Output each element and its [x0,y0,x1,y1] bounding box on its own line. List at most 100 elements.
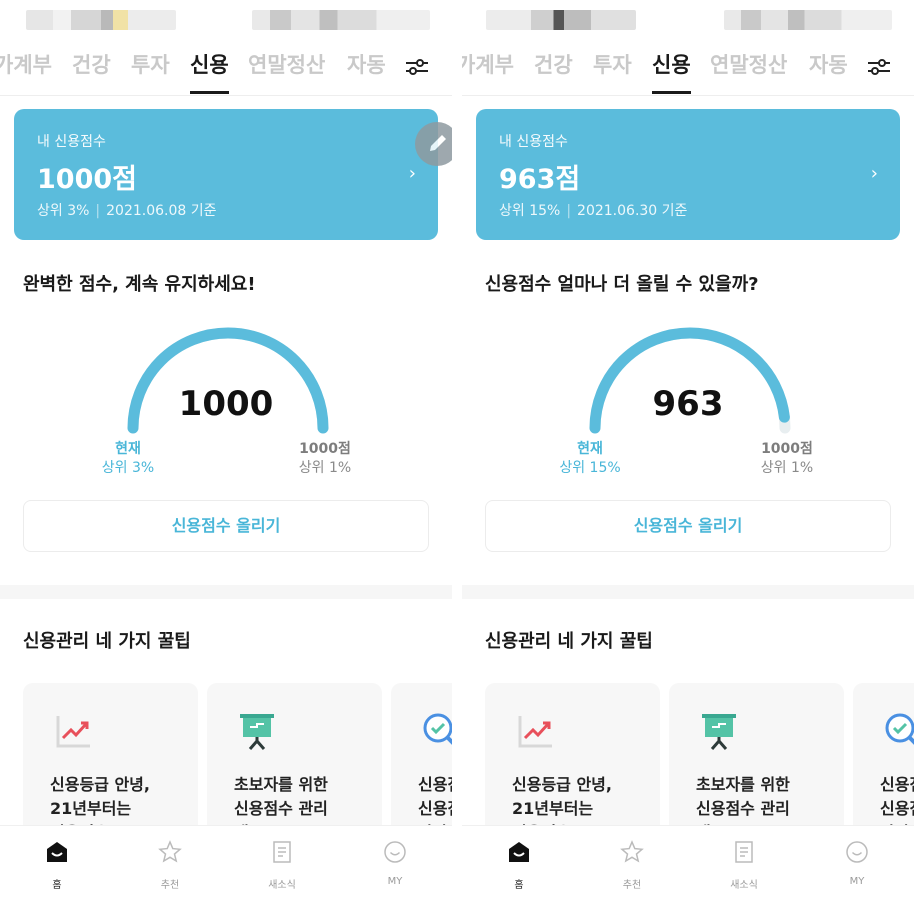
home-icon [47,842,67,862]
nav-news[interactable]: 새소식 [714,840,774,891]
tab-divider [462,95,914,96]
gauge-max: 1000점 상위 1% [285,440,365,478]
chart-up-icon [56,716,90,748]
bottom-nav: 홈 추천 새소식 MY [0,825,452,897]
gauge-max: 1000점 상위 1% [747,440,827,478]
card-meta: 상위 15% | 2021.06.30 기준 [499,203,688,219]
screen-right: 가계부 건강 투자 신용 연말정산 자동 내 신용점수 963점 상위 15% |… [462,0,914,897]
pencil-icon [430,135,446,151]
card-percentile: 상위 3% [37,203,90,219]
gauge-current-percentile: 상위 15% [559,460,621,476]
gauge-max-percentile: 상위 1% [760,460,814,476]
nav-recommend[interactable]: 추천 [140,840,200,891]
card-score: 1000점 [37,164,137,195]
section-separator [0,585,452,599]
nav-home[interactable]: 홈 [489,840,549,891]
presentation-icon [240,714,274,750]
status-bar [0,10,452,32]
tab-year-end-tax[interactable]: 연말정산 [248,48,325,94]
card-label: 내 신용점수 [37,134,106,150]
boost-score-button[interactable]: 신용점수 올리기 [23,500,429,552]
gauge-max-title: 1000점 [299,441,351,457]
gauge-value: 963 [652,384,724,424]
filter-settings-icon[interactable] [404,56,430,78]
tab-year-end-tax[interactable]: 연말정산 [710,48,787,94]
nav-label: MY [387,876,403,887]
nav-label: MY [849,876,865,887]
tab-invest[interactable]: 투자 [593,48,632,94]
tip-card[interactable]: 신용등급 안녕, 21년부터는 신용점수 [485,683,660,843]
smile-icon [384,841,406,863]
tip-card[interactable]: 초보자를 위한 신용점수 관리 매뉴 [669,683,844,843]
screen-left: 가계부 건강 투자 신용 연말정산 자동 내 신용점수 1000점 상위 3% |… [0,0,452,897]
card-label: 내 신용점수 [499,134,568,150]
screen-divider [452,0,462,897]
presentation-icon [702,714,736,750]
tips-title: 신용관리 네 가지 꿀팁 [23,631,191,652]
credit-score-card[interactable]: 내 신용점수 963점 상위 15% | 2021.06.30 기준 › [476,109,900,240]
search-check-icon [423,713,452,745]
tip-card[interactable]: 신용점 신용점 판단 [391,683,452,843]
card-meta: 상위 3% | 2021.06.08 기준 [37,203,217,219]
tab-health[interactable]: 건강 [534,48,573,94]
chevron-right-icon: › [870,163,878,184]
card-score: 963점 [499,164,581,195]
gauge-current: 현재 상위 3% [88,440,168,478]
gauge-current-title: 현재 [577,441,603,457]
tab-credit[interactable]: 신용 [652,48,691,94]
nav-label: 추천 [622,880,642,891]
nav-news[interactable]: 새소식 [252,840,312,891]
blurred-status-right [252,10,430,30]
nav-home[interactable]: 홈 [27,840,87,891]
search-check-icon [885,713,914,745]
star-icon [158,840,182,863]
gauge-max-title: 1000점 [761,441,813,457]
tip-card[interactable]: 초보자를 위한 신용점수 관리 매뉴 [207,683,382,843]
card-date: 2021.06.30 기준 [577,203,688,219]
tip-card[interactable]: 신용등급 안녕, 21년부터는 신용점수 [23,683,198,843]
section-separator [462,585,914,599]
nav-label: 추천 [160,880,180,891]
nav-my[interactable]: MY [365,840,425,887]
filter-settings-icon[interactable] [866,56,892,78]
nav-label: 홈 [52,880,62,891]
nav-label: 홈 [514,880,524,891]
tab-invest[interactable]: 투자 [131,48,170,94]
blurred-status-right [724,10,892,30]
gauge-value: 1000 [178,384,274,424]
tab-credit[interactable]: 신용 [190,48,229,94]
card-percentile: 상위 15% [499,203,561,219]
nav-label: 새소식 [268,880,296,891]
status-bar [462,10,914,32]
tab-auto[interactable]: 자동 [809,48,848,94]
gauge-current: 현재 상위 15% [550,440,630,478]
bottom-nav: 홈 추천 새소식 MY [462,825,914,897]
score-heading: 완벽한 점수, 계속 유지하세요! [23,274,256,295]
tab-auto[interactable]: 자동 [347,48,386,94]
tips-title: 신용관리 네 가지 꿀팁 [485,631,653,652]
card-date: 2021.06.08 기준 [106,203,217,219]
tab-health[interactable]: 건강 [72,48,111,94]
chart-up-icon [518,716,552,748]
boost-score-button[interactable]: 신용점수 올리기 [485,500,891,552]
tab-household[interactable]: 가계부 [462,48,514,94]
document-icon [273,841,291,863]
gauge-max-percentile: 상위 1% [298,460,352,476]
home-icon [509,842,529,862]
tab-divider [0,95,452,96]
chevron-right-icon: › [408,163,416,184]
nav-my[interactable]: MY [827,840,887,887]
edit-button[interactable] [415,122,452,166]
nav-recommend[interactable]: 추천 [602,840,662,891]
blurred-status-left [26,10,176,30]
star-icon [620,840,644,863]
tab-household[interactable]: 가계부 [0,48,52,94]
smile-icon [846,841,868,863]
blurred-status-left [486,10,636,30]
document-icon [735,841,753,863]
gauge-current-percentile: 상위 3% [101,460,155,476]
nav-label: 새소식 [730,880,758,891]
credit-score-card[interactable]: 내 신용점수 1000점 상위 3% | 2021.06.08 기준 › [14,109,438,240]
gauge-current-title: 현재 [115,441,141,457]
tip-card[interactable]: 신용점 신용점 판단 [853,683,914,843]
